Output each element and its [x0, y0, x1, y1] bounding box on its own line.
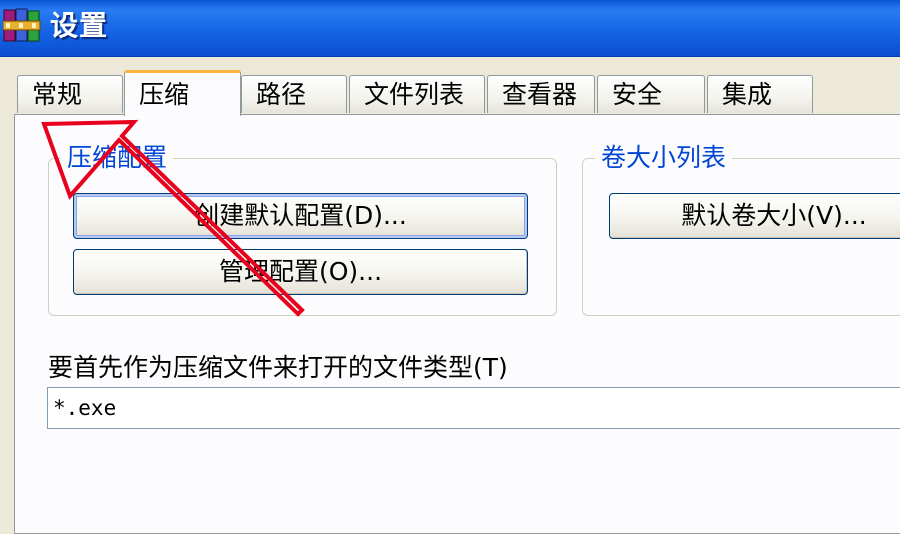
open-as-archive-label: 要首先作为压缩文件来打开的文件类型(T) [48, 353, 508, 382]
tab-compression[interactable]: 压缩 [124, 70, 241, 116]
tab-security[interactable]: 安全 [597, 75, 705, 113]
title-bar[interactable]: 设置 [0, 0, 900, 57]
tab-viewer[interactable]: 查看器 [487, 75, 595, 113]
manage-profiles-button[interactable]: 管理配置(O)... [73, 249, 528, 295]
create-default-profile-button[interactable]: 创建默认配置(D)... [73, 193, 528, 239]
tab-file-list[interactable]: 文件列表 [349, 75, 485, 113]
compression-profiles-title: 压缩配置 [61, 141, 174, 175]
volume-size-list-title: 卷大小列表 [595, 141, 733, 175]
archive-file-types-input[interactable]: *.exe [47, 387, 900, 429]
tab-paths[interactable]: 路径 [241, 75, 347, 113]
default-volume-size-button[interactable]: 默认卷大小(V)... [609, 193, 900, 239]
tab-integration[interactable]: 集成 [707, 75, 813, 113]
winrar-books-icon [3, 8, 41, 42]
tab-general[interactable]: 常规 [17, 75, 123, 113]
window-title: 设置 [50, 9, 109, 42]
